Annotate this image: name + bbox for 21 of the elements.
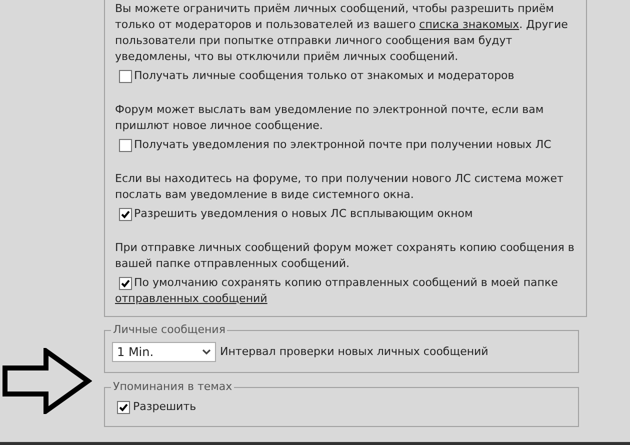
- description-text: Форум может выслать вам уведомление по электронной почте, если вам пришлют новое личное сообщение.: [115, 102, 545, 134]
- checkbox[interactable]: [117, 400, 130, 414]
- fieldset-legend: Личные сообщения: [111, 323, 228, 337]
- checkbox-label: Получать уведомления по электронной почте при получении новых ЛС: [134, 137, 552, 153]
- friends-link[interactable]: списка знакомых: [419, 18, 520, 31]
- interval-label: Интервал проверки новых личных сообщений: [220, 344, 488, 360]
- interval-dropdown[interactable]: 1 Min.: [112, 342, 216, 362]
- checkbox[interactable]: [119, 276, 132, 290]
- description-text: При отправке личных сообщений форум может сохранять копию сообщения в вашей папке отправленных сообщений.: [115, 240, 576, 272]
- checkbox-label: Разрешить: [133, 399, 196, 415]
- checkbox-label: Разрешить уведомления о новых ЛС всплывающим окном: [134, 206, 473, 222]
- description-text: Вы можете ограничить приём личных сообщений, чтобы разрешить приём только от модераторов и пользователей из вашего списка знакомых. Другие пользователи при попытке отправки личного сообщения вам будут уведомлены, что вы отключили приём личных сообщений.: [115, 1, 569, 65]
- checkbox[interactable]: [119, 208, 132, 220]
- folder-link[interactable]: отправленных сообщений: [115, 292, 268, 305]
- description-text: Если вы находитесь на форуме, то при получении нового ЛС система может послать вам уведомление в виде системного окна.: [115, 171, 564, 203]
- checkbox-label: Получать личные сообщения только от знакомых и модераторов: [134, 68, 514, 84]
- checkbox[interactable]: [119, 70, 132, 82]
- arrow-icon: [2, 348, 92, 414]
- checkbox[interactable]: [119, 138, 132, 152]
- chevron-down-icon: [202, 349, 211, 355]
- checkbox-label: По умолчанию сохранять копию отправленных сообщений в моей папке: [134, 275, 558, 291]
